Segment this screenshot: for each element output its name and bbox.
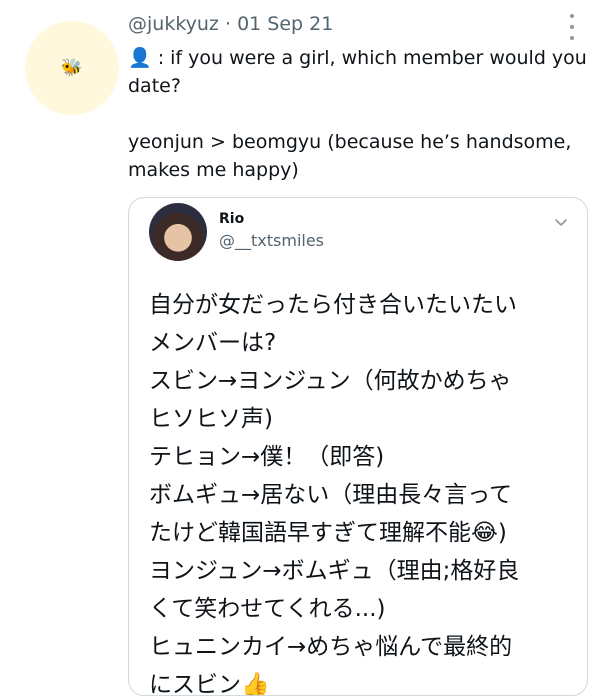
quoted-line: ヒュニンカイ→めちゃ悩んで最終的 [149,634,513,660]
chevron-down-icon[interactable] [553,214,569,230]
quoted-line: にスビン👍 [149,672,270,696]
more-options-icon[interactable] [566,14,578,40]
quoted-line: ヒソヒソ声) [149,406,273,432]
user-handle[interactable]: @jukkyuz [128,13,219,35]
bee-icon: 🐝 [61,57,83,78]
user-avatar[interactable]: 🐝 [25,21,119,115]
quoted-tweet-text: 自分が女だったら付き合いたいたい メンバーは? スビン→ヨンジュン（何故かめちゃ… [149,286,579,696]
quoted-user-handle[interactable]: @__txtsmiles [219,231,324,250]
quoted-line: ボムギュ→居ない（理由長々言って [149,482,513,508]
quoted-line: ヨンジュン→ボムギュ（理由;格好良 [149,558,520,584]
tweet-line: makes me happy) [128,159,299,181]
quoted-user-name[interactable]: Rio [219,211,244,227]
tweet-date[interactable]: 01 Sep 21 [237,13,333,35]
separator: · [224,13,232,35]
quoted-tweet[interactable]: Rio @__txtsmiles 自分が女だったら付き合いたいたい メンバーは?… [128,197,588,696]
tweet-line: date? [128,75,181,97]
quoted-line: くて笑わせてくれる...) [149,596,386,622]
tweet-text: 👤 : if you were a girl, which member wou… [128,44,590,184]
quoted-user-avatar[interactable] [149,203,207,261]
quoted-line: メンバーは? [149,330,277,356]
quoted-line: 自分が女だったら付き合いたいたい [149,292,517,318]
quoted-line: テヒョン→僕！（即答) [149,444,385,470]
tweet-header: @jukkyuz · 01 Sep 21 [128,13,333,35]
quoted-line: スビン→ヨンジュン（何故かめちゃ [149,368,512,394]
quoted-line: たけど韓国語早すぎて理解不能😂) [149,520,507,546]
tweet-line: 👤 : if you were a girl, which member wou… [128,47,587,69]
tweet-line: yeonjun > beomgyu (because he’s handsome… [128,131,572,153]
